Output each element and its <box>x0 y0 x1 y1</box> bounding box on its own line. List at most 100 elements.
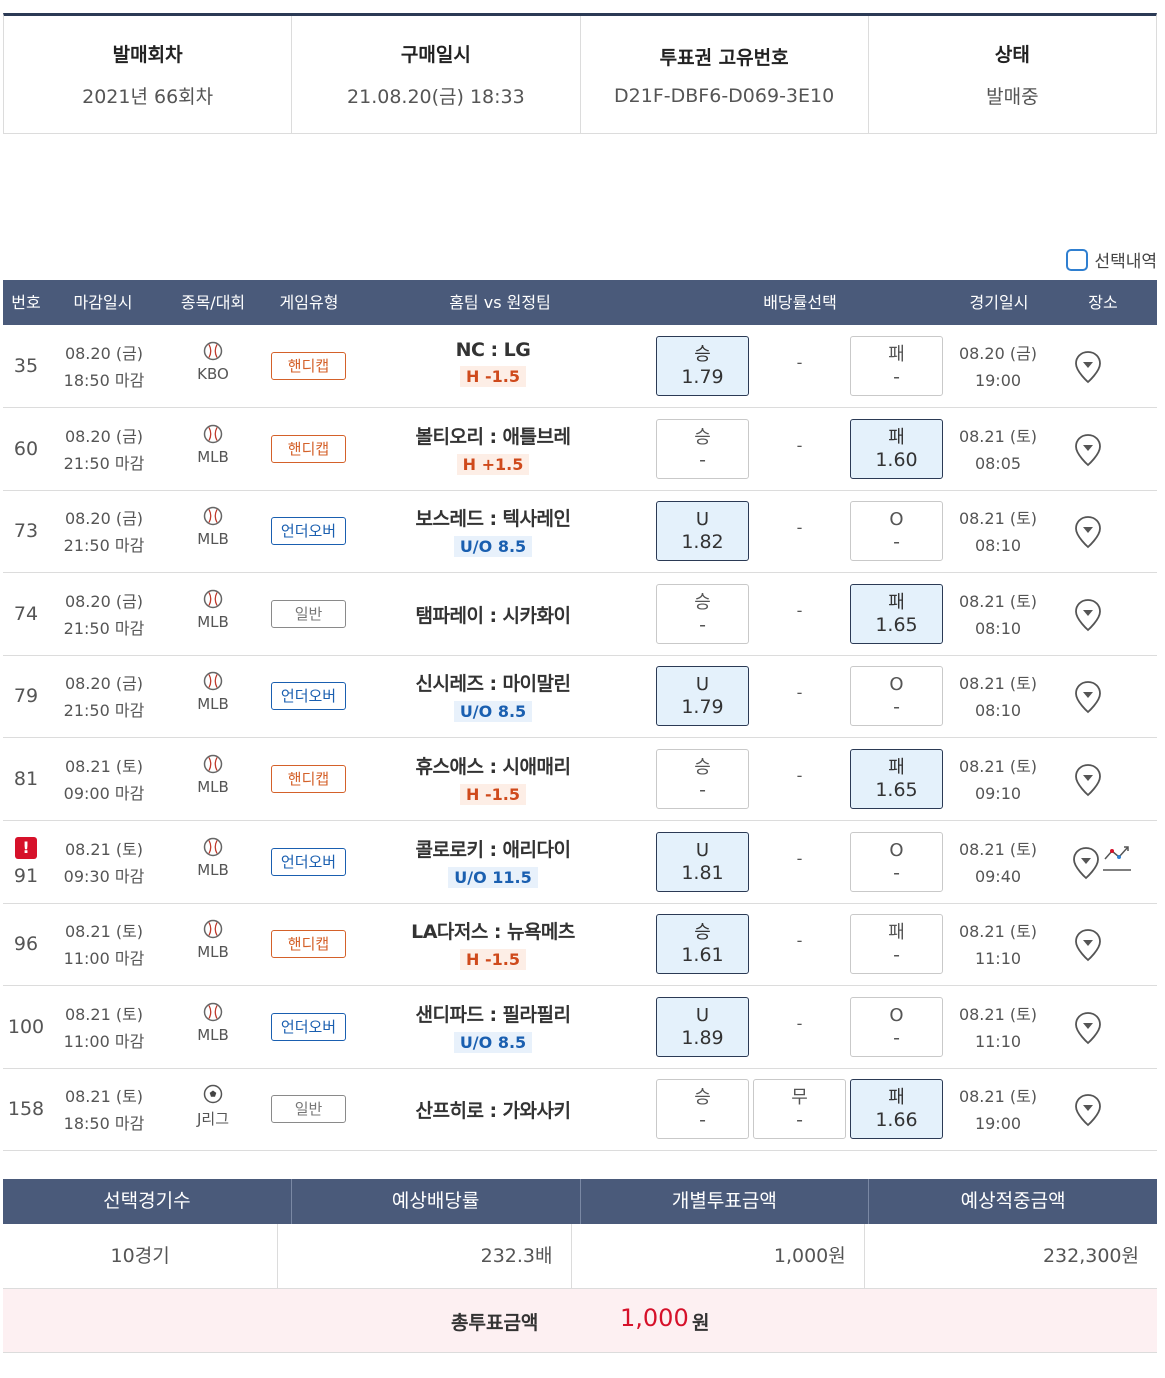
odds-button-away[interactable]: 패 1.66 <box>850 1079 943 1140</box>
location-pin-icon[interactable] <box>1071 679 1105 715</box>
teams-cell: 보스레드: 텍사레인 U/O 8.5 <box>343 504 643 558</box>
game-time: 08:10 <box>974 701 1022 721</box>
row-number: 74 <box>13 602 39 625</box>
odds-value: 1.66 <box>875 1109 918 1132</box>
odds-button-home[interactable]: U 1.89 <box>656 996 749 1057</box>
purchase-label: 구매일시 <box>400 44 471 66</box>
odds-button-home[interactable]: 승- <box>656 418 749 479</box>
row-number: 81 <box>13 768 39 790</box>
draw-placeholder: - <box>796 931 803 951</box>
odds-button-home[interactable]: U 1.79 <box>656 666 749 727</box>
deadline-date: 08.21 (토) <box>64 839 144 859</box>
deadline-cell: 08.21 (토) 11:00 마감 <box>49 1001 159 1055</box>
table-row: 60 08.20 (금) 21:50 마감 MLB 핸디캡 볼티오리: 애틀브레 H +1.5… <box>3 408 1157 491</box>
odds-button-home[interactable]: 승- <box>656 1079 749 1140</box>
handicap-value: H -1.5 <box>460 366 526 387</box>
odds-option: U <box>695 839 710 861</box>
soccer-ball-icon <box>203 1085 223 1104</box>
row-number: 60 <box>13 437 39 460</box>
odds-option: 패 <box>888 757 905 778</box>
odds-trend-icon[interactable] <box>1101 841 1133 875</box>
deadline-date: 08.20 (금) <box>64 591 144 611</box>
odds-value: 1.60 <box>875 448 918 471</box>
table-row: 74 08.20 (금) 21:50 마감 MLB 일반 탬파레이: 시카화이 승 - - 패 1.6… <box>3 573 1157 656</box>
odds-button-away[interactable]: O- <box>850 501 943 562</box>
selection-history-label: 선택내역 <box>1094 252 1157 272</box>
away-team: 시카화이 <box>502 604 571 627</box>
odds-value: 1.79 <box>681 366 724 388</box>
odds-button-away[interactable]: 패- <box>850 336 943 396</box>
deadline-cell: 08.20 (금) 21:50 마감 <box>49 670 159 724</box>
game-date: 08.21 (토) <box>958 1004 1038 1024</box>
odds-button-home[interactable]: 승- <box>656 749 749 809</box>
row-number-cell: 96 <box>3 903 49 985</box>
versus-separator: : <box>490 339 499 361</box>
away-team: LG <box>503 339 531 361</box>
odds-button-home[interactable]: 승 1.61 <box>656 914 749 975</box>
sport-cell: MLB <box>163 671 263 713</box>
baseball-icon <box>203 506 223 526</box>
location-pin-icon[interactable] <box>1071 597 1105 633</box>
sport-name: MLB <box>197 860 229 879</box>
ticket-id-cell: 투표권 고유번호 D21F-DBF6-D069-3E10 <box>581 16 869 133</box>
odds-button-away[interactable]: 패 1.65 <box>850 583 943 644</box>
odds-button-draw[interactable]: 무- <box>753 1079 846 1140</box>
table-header: 번호 마감일시 종목/대회 게임유형 홈팀 vs 원정팀 배당률선택 경기일시 … <box>3 280 1157 325</box>
warning-icon: ! <box>15 836 37 859</box>
odds-button-away[interactable]: O- <box>850 666 943 727</box>
game-type-badge: 언더오버 <box>271 682 346 711</box>
versus-separator: : <box>489 508 497 531</box>
odds-option: O <box>889 1004 904 1026</box>
odds-button-home[interactable]: U 1.81 <box>656 831 749 892</box>
sport-cell: MLB <box>163 506 263 548</box>
draw-placeholder: - <box>796 435 803 455</box>
deadline-time: 09:30 마감 <box>63 866 145 886</box>
home-team: 산프히로 <box>415 1100 484 1123</box>
odds-button-home[interactable]: 승 1.79 <box>656 336 749 396</box>
odds-value: 1.81 <box>681 861 724 884</box>
match-teams: 탬파레이: 시카화이 <box>343 601 643 628</box>
teams-cell: LA다저스: 뉴욕메츠 H -1.5 <box>343 917 643 971</box>
table-row: 158 08.21 (토) 18:50 마감 J리그 일반 산프히로: 가와사키 승 - 무 - 패 1… <box>3 1068 1157 1152</box>
away-team: 가와사키 <box>502 1100 571 1123</box>
location-pin-icon[interactable] <box>1071 514 1105 550</box>
location-pin-icon[interactable] <box>1071 1092 1105 1128</box>
deadline-cell: 08.20 (금) 18:50 마감 <box>49 340 159 394</box>
summary-header-games: 선택경기수 <box>3 1179 292 1224</box>
odds-button-home[interactable]: U 1.82 <box>656 501 749 562</box>
odds-value: - <box>893 944 900 967</box>
match-teams: LA다저스: 뉴욕메츠 <box>343 917 643 944</box>
deadline-date: 08.20 (금) <box>64 509 144 529</box>
odds-value: - <box>699 1109 706 1132</box>
odds-button-away[interactable]: 패 1.60 <box>850 418 943 479</box>
deadline-time: 18:50 마감 <box>63 371 145 390</box>
location-pin-icon[interactable] <box>1069 845 1103 881</box>
odds-button-away[interactable]: O- <box>850 996 943 1057</box>
checkbox-box[interactable] <box>1066 248 1089 271</box>
draw-placeholder: - <box>796 683 803 703</box>
location-pin-icon[interactable] <box>1071 762 1105 798</box>
game-type-badge: 언더오버 <box>271 1012 346 1041</box>
odds-option: 패 <box>888 426 905 448</box>
baseball-icon <box>203 589 223 609</box>
summary-header: 선택경기수 예상배당률 개별투표금액 예상적중금액 <box>3 1179 1157 1224</box>
game-date: 08.21 (토) <box>958 591 1038 611</box>
home-team: 콜로로키 <box>415 838 484 861</box>
deadline-cell: 08.21 (토) 09:30 마감 <box>49 836 159 890</box>
location-pin-icon[interactable] <box>1071 432 1105 468</box>
table-row: 96 08.21 (토) 11:00 마감 MLB 핸디캡 LA다저스: 뉴욕메츠 H -1.… <box>3 903 1157 987</box>
location-pin-icon[interactable] <box>1071 927 1105 963</box>
location-pin-icon[interactable] <box>1071 1010 1105 1046</box>
game-time: 09:10 <box>974 784 1022 803</box>
odds-button-away[interactable]: 패 1.65 <box>850 749 943 809</box>
teams-cell: 휴스애스: 시애매리 H -1.5 <box>343 752 643 805</box>
odds-option: 승 <box>694 426 711 448</box>
match-teams: 보스레드: 텍사레인 <box>343 504 643 531</box>
odds-button-home[interactable]: 승- <box>656 583 749 644</box>
odds-button-away[interactable]: O- <box>850 831 943 892</box>
selection-history-checkbox[interactable]: 선택내역 <box>1066 247 1157 272</box>
odds-button-away[interactable]: 패- <box>850 914 943 975</box>
sport-cell: MLB <box>163 424 263 466</box>
deadline-time: 18:50 마감 <box>63 1114 145 1134</box>
location-pin-icon[interactable] <box>1071 349 1105 385</box>
